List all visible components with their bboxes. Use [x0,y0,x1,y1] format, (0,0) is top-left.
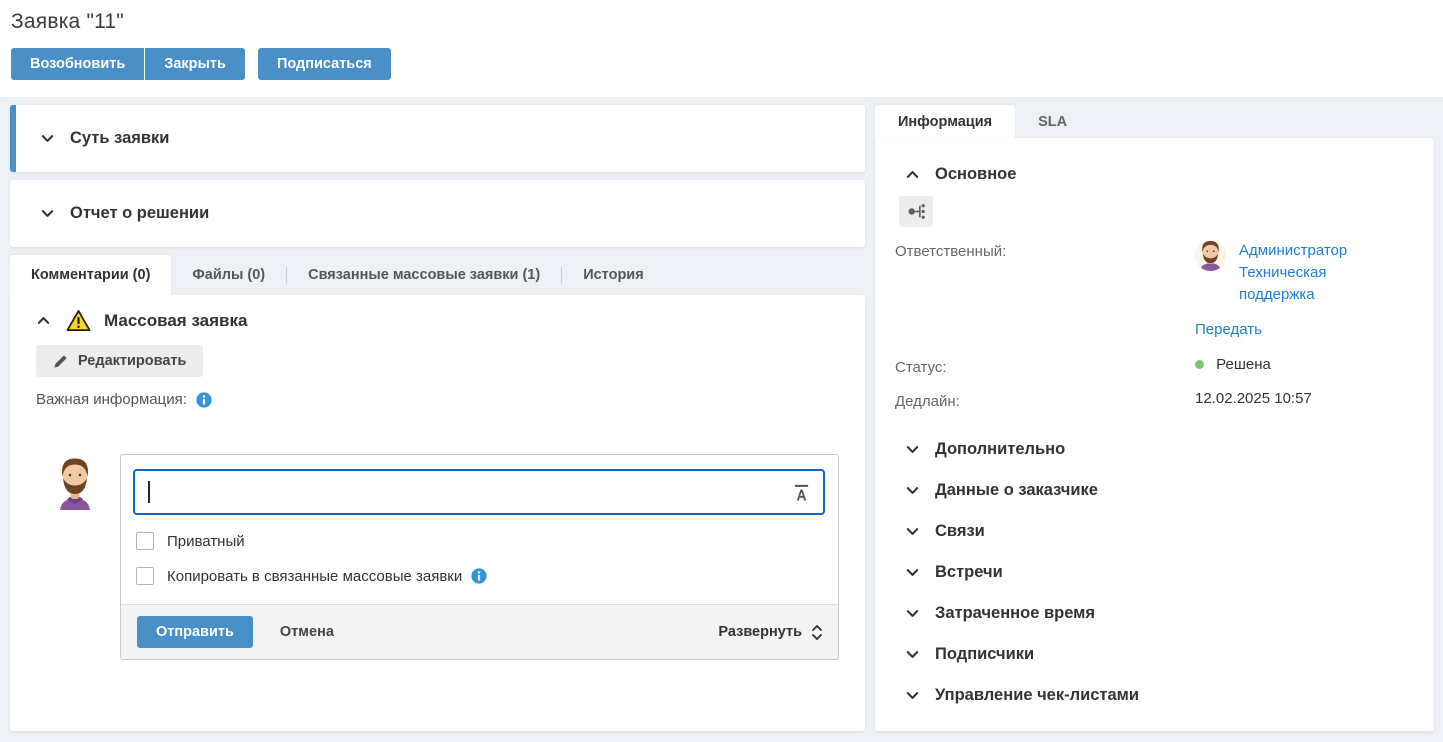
tab-linked-mass-requests[interactable]: Связанные массовые заявки (1) [287,255,561,295]
collapsed-sections: Дополнительно Данные о заказчике Связи В… [875,429,1434,716]
deadline-value: 12.02.2025 10:57 [1195,390,1410,410]
chevron-down-icon [40,131,55,146]
section-main[interactable]: Основное [875,159,1434,190]
chevron-up-icon [905,167,920,182]
subscribe-button[interactable]: Подписаться [258,48,391,80]
left-column: Суть заявки Отчет о решении Комментарии … [10,105,865,731]
tab-comments[interactable]: Комментарии (0) [10,255,171,295]
status-row: Статус: Решена [875,349,1434,383]
section-report[interactable]: Отчет о решении [10,180,865,247]
warning-icon [66,309,91,332]
pencil-icon [53,354,68,369]
hierarchy-button[interactable] [899,196,933,227]
send-button[interactable]: Отправить [137,616,253,648]
private-checkbox-row: Приватный [136,532,825,550]
text-format-icon[interactable] [793,483,810,502]
left-tabs: Комментарии (0) Файлы (0) Связанные масс… [10,255,865,295]
deadline-row: Дедлайн: 12.02.2025 10:57 [875,383,1434,417]
hierarchy-icon [906,201,927,222]
tab-history[interactable]: История [562,255,665,295]
edit-button[interactable]: Редактировать [36,345,203,377]
chevron-down-icon [905,524,920,539]
chevron-down-icon [905,606,920,621]
transfer-link[interactable]: Передать [1195,321,1262,338]
status-button-group: Возобновить Закрыть [11,48,245,80]
private-checkbox-label: Приватный [167,533,245,550]
important-info-row: Важная информация: [36,391,839,408]
responsible-link[interactable]: Администратор Техническая поддержка [1239,242,1347,303]
status-label: Статус: [895,356,1195,376]
chevron-down-icon [905,483,920,498]
text-cursor [148,481,150,503]
section-essence-title: Суть заявки [70,129,169,148]
section-additional[interactable]: Дополнительно [875,429,1434,470]
private-checkbox[interactable] [136,532,154,550]
info-icon[interactable] [196,392,212,408]
expand-button[interactable]: Развернуть [718,624,823,641]
right-tabs: Информация SLA [875,105,1434,138]
copy-checkbox-row: Копировать в связанные массовые заявки [136,567,825,585]
section-customer-data[interactable]: Данные о заказчике [875,470,1434,511]
section-time-spent[interactable]: Затраченное время [875,593,1434,634]
comment-compose-row: Приватный Копировать в связанные массовы… [36,454,839,660]
section-main-title: Основное [935,165,1016,184]
deadline-label: Дедлайн: [895,390,1195,410]
chevron-up-icon [36,313,51,328]
chevron-down-icon [905,565,920,580]
mass-request-title: Массовая заявка [104,311,247,331]
chevron-down-icon [905,442,920,457]
chevron-down-icon [40,206,55,221]
status-dot [1195,360,1204,369]
comments-panel: Массовая заявка Редактировать Важная инф… [10,295,865,731]
page-header: Заявка "11" Возобновить Закрыть Подписат… [0,0,1443,97]
info-icon[interactable] [471,568,487,584]
copy-checkbox-label: Копировать в связанные массовые заявки [167,568,462,585]
avatar[interactable] [1195,240,1226,271]
section-meetings[interactable]: Встречи [875,552,1434,593]
important-info-label: Важная информация: [36,391,187,408]
expand-updown-icon [811,624,823,641]
right-column: Информация SLA Основное Ответственный: [875,105,1434,731]
page-title: Заявка "11" [11,10,1443,34]
responsible-row: Ответственный: [875,233,1434,313]
mass-request-header[interactable]: Массовая заявка [36,309,839,332]
tab-files[interactable]: Файлы (0) [171,255,286,295]
section-essence[interactable]: Суть заявки [10,105,865,172]
avatar [53,454,97,510]
section-subscribers[interactable]: Подписчики [875,634,1434,675]
comment-box-inner: Приватный Копировать в связанные массовы… [121,455,838,585]
content-area: Суть заявки Отчет о решении Комментарии … [0,97,1443,742]
chevron-down-icon [905,688,920,703]
tab-information[interactable]: Информация [875,105,1015,138]
responsible-label: Ответственный: [895,240,1195,306]
section-checklists[interactable]: Управление чек-листами [875,675,1434,716]
comment-input[interactable] [133,469,825,515]
comment-box: Приватный Копировать в связанные массовы… [120,454,839,660]
resume-button[interactable]: Возобновить [11,48,145,80]
status-value: Решена [1216,356,1271,373]
cancel-button[interactable]: Отмена [280,624,334,640]
section-report-title: Отчет о решении [70,204,209,223]
close-request-button[interactable]: Закрыть [145,48,245,80]
chevron-down-icon [905,647,920,662]
transfer-row: Передать [875,313,1434,349]
comment-footer: Отправить Отмена Развернуть [121,604,838,659]
header-actions: Возобновить Закрыть Подписаться [11,48,1443,80]
information-panel: Основное Ответственный: [875,138,1434,731]
copy-checkbox[interactable] [136,567,154,585]
tab-sla[interactable]: SLA [1015,105,1090,138]
section-relations[interactable]: Связи [875,511,1434,552]
